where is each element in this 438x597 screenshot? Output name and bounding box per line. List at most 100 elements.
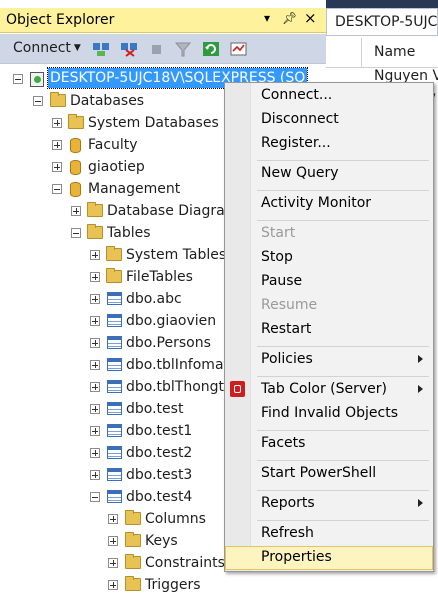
tree-node-label: dbo.test <box>126 401 184 417</box>
menu-item-label: Properties <box>261 549 332 565</box>
connect-dropdown-button[interactable]: Connect ▼ <box>13 40 81 56</box>
collapse-icon[interactable] <box>52 184 62 194</box>
tree-node-label: Tables <box>107 225 151 241</box>
menu-item-label: Stop <box>261 249 293 265</box>
menu-item-label: Tab Color (Server) <box>261 381 387 397</box>
expand-icon[interactable] <box>90 426 100 436</box>
column-header-name[interactable]: Name <box>374 44 415 60</box>
menu-item-new-query[interactable]: New Query <box>225 162 433 186</box>
menu-separator <box>257 160 429 161</box>
table-icon <box>107 446 122 459</box>
menu-item-start-powershell[interactable]: Start PowerShell <box>225 462 433 486</box>
expand-icon[interactable] <box>90 382 100 392</box>
window-position-dropdown-icon[interactable]: ▾ <box>264 11 270 25</box>
submenu-arrow-icon <box>418 385 423 393</box>
tree-node-label: dbo.abc <box>126 291 182 307</box>
folder-icon <box>87 224 103 239</box>
expand-icon[interactable] <box>108 558 118 568</box>
tree-node-label: Databases <box>70 93 145 109</box>
menu-item-label: New Query <box>261 165 339 181</box>
menu-item-disconnect[interactable]: Disconnect <box>225 108 433 132</box>
grid-header: Name <box>326 38 438 68</box>
menu-item-policies[interactable]: Policies <box>225 348 433 372</box>
context-menu: Connect... Disconnect Register... New Qu… <box>224 82 434 572</box>
menu-separator <box>257 220 429 221</box>
expand-icon[interactable] <box>90 294 100 304</box>
tree-node-label: giaotiep <box>88 159 145 175</box>
expand-icon[interactable] <box>90 338 100 348</box>
menu-item-resume: Resume <box>225 294 433 318</box>
menu-item-stop[interactable]: Stop <box>225 246 433 270</box>
menu-separator <box>257 376 429 377</box>
chevron-down-icon: ▼ <box>73 43 81 53</box>
menu-item-label: Find Invalid Objects <box>261 405 399 421</box>
menu-item-label: Disconnect <box>261 111 339 127</box>
expand-icon[interactable] <box>90 448 100 458</box>
menu-item-tab-color[interactable]: Tab Color (Server) <box>225 378 433 402</box>
refresh-icon[interactable] <box>202 41 220 57</box>
collapse-icon[interactable] <box>90 492 100 502</box>
tree-node-label: dbo.giaovien <box>126 313 217 329</box>
expand-icon[interactable] <box>108 536 118 546</box>
expand-icon[interactable] <box>90 250 100 260</box>
activity-monitor-icon[interactable] <box>230 41 248 57</box>
connect-object-explorer-icon[interactable] <box>92 41 110 57</box>
tree-node-label: Database Diagram <box>107 203 239 219</box>
connect-label: Connect <box>13 40 71 56</box>
submenu-arrow-icon <box>418 355 423 363</box>
stop-icon[interactable] <box>148 41 166 57</box>
expand-icon[interactable] <box>90 470 100 480</box>
tree-node-label: dbo.tblThongtin <box>126 379 237 395</box>
document-tab[interactable]: DESKTOP-5UJC1 <box>326 8 438 36</box>
menu-item-label: Start <box>261 225 296 241</box>
menu-item-reports[interactable]: Reports <box>225 492 433 516</box>
tree-node-label: System Databases <box>88 115 219 131</box>
tree-node-label: dbo.test3 <box>126 467 193 483</box>
expand-icon[interactable] <box>71 206 81 216</box>
folder-icon <box>68 114 84 129</box>
expand-icon[interactable] <box>108 514 118 524</box>
tree-node-triggers[interactable]: Triggers <box>0 574 326 596</box>
expand-icon[interactable] <box>52 140 62 150</box>
collapse-icon[interactable] <box>71 228 81 238</box>
folder-icon <box>106 246 122 261</box>
menu-item-restart[interactable]: Restart <box>225 318 433 342</box>
menu-item-facets[interactable]: Facets <box>225 432 433 456</box>
expand-icon[interactable] <box>108 580 118 590</box>
expand-icon[interactable] <box>52 118 62 128</box>
close-icon[interactable]: × <box>304 9 317 27</box>
menu-item-activity-monitor[interactable]: Activity Monitor <box>225 192 433 216</box>
object-explorer-title: Object Explorer <box>6 12 115 28</box>
table-icon <box>107 292 122 305</box>
expand-icon[interactable] <box>90 272 100 282</box>
filter-icon[interactable] <box>174 41 192 57</box>
collapse-icon[interactable] <box>33 96 43 106</box>
tree-node-label: FileTables <box>126 269 193 285</box>
menu-item-register[interactable]: Register... <box>225 132 433 156</box>
menu-separator <box>257 460 429 461</box>
disconnect-icon[interactable] <box>120 41 138 57</box>
expand-icon[interactable] <box>90 404 100 414</box>
folder-icon <box>125 554 141 569</box>
menu-separator <box>257 430 429 431</box>
expand-icon[interactable] <box>90 316 100 326</box>
table-icon <box>107 380 122 393</box>
menu-item-pause[interactable]: Pause <box>225 270 433 294</box>
folder-icon <box>125 510 141 525</box>
menu-item-label: Register... <box>261 135 331 151</box>
menu-item-find-invalid-objects[interactable]: Find Invalid Objects <box>225 402 433 426</box>
tree-node-label: Columns <box>145 511 206 527</box>
menu-separator <box>257 520 429 521</box>
menu-item-properties[interactable]: Properties <box>225 546 433 570</box>
menu-item-label: Restart <box>261 321 312 337</box>
collapse-icon[interactable] <box>13 74 23 84</box>
menu-item-connect[interactable]: Connect... <box>225 84 433 108</box>
folder-icon <box>125 532 141 547</box>
expand-icon[interactable] <box>90 360 100 370</box>
table-icon <box>107 314 122 327</box>
document-tab-label: DESKTOP-5UJC1 <box>335 14 438 30</box>
tree-node-label: System Tables <box>126 247 227 263</box>
expand-icon[interactable] <box>52 162 62 172</box>
menu-item-refresh[interactable]: Refresh <box>225 522 433 546</box>
pin-icon[interactable]: 📌︎ <box>282 11 297 25</box>
